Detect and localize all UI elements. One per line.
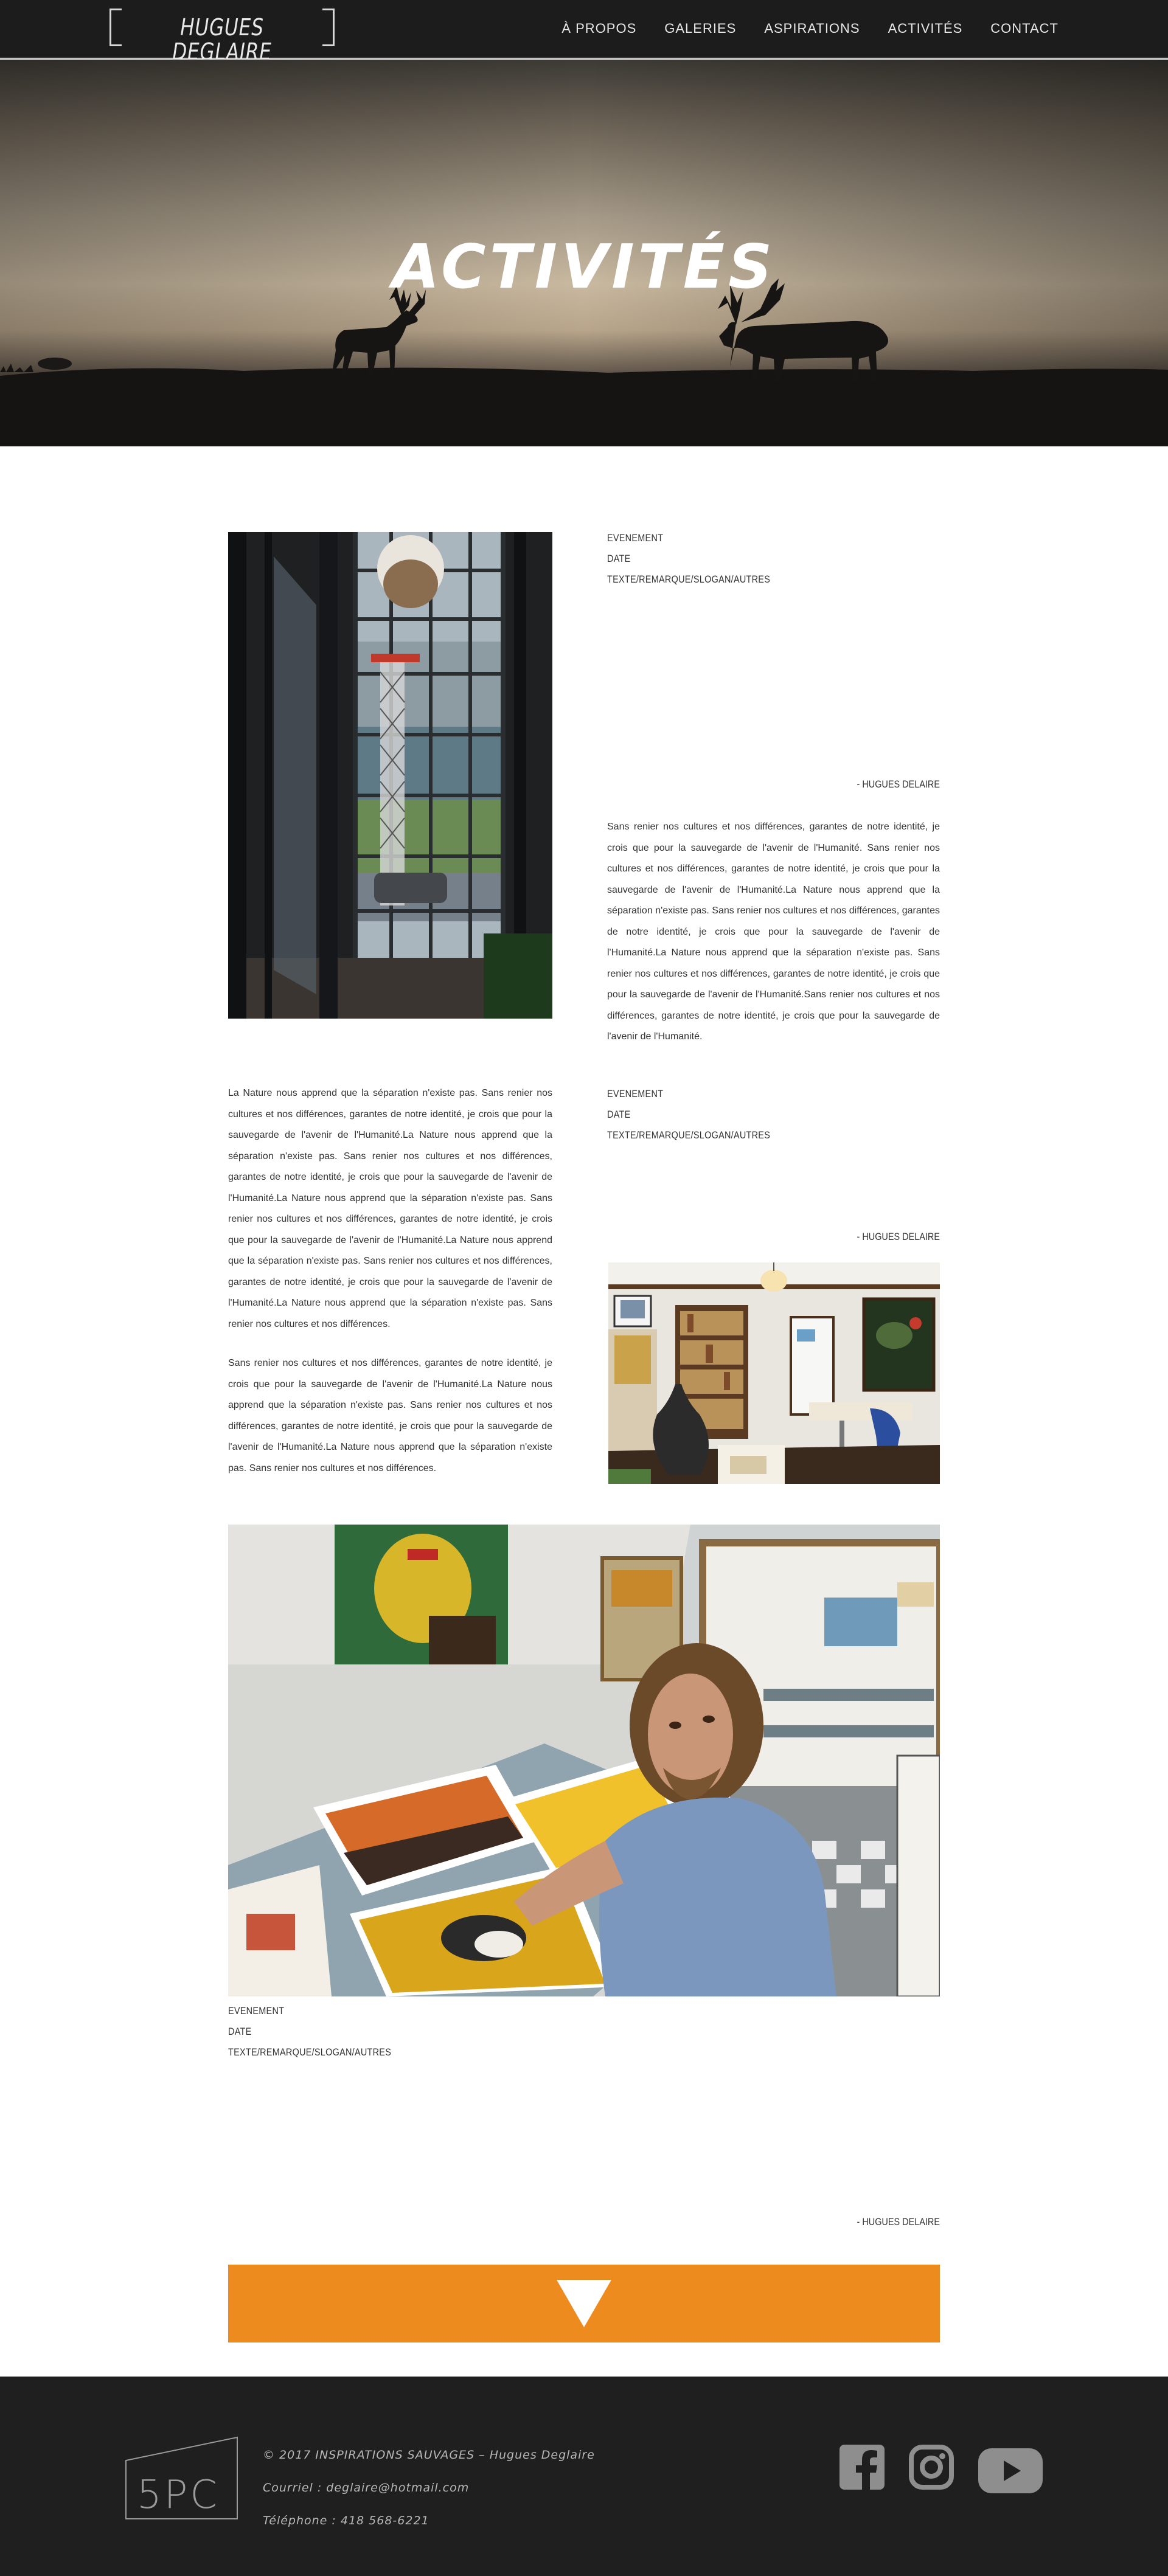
activity-3-signature: - HUGUES DELAIRE	[857, 2216, 940, 2228]
facebook-icon[interactable]	[839, 2445, 885, 2490]
activity-1-date: DATE	[607, 553, 631, 564]
activity-3-event: EVENEMENT	[228, 2005, 285, 2017]
activity-1-photo	[228, 532, 552, 1019]
footer-info: © 2017 INSPIRATIONS SAUVAGES – Hugues De…	[263, 2439, 595, 2537]
activity-1-text: TEXTE/REMARQUE/SLOGAN/AUTRES	[607, 573, 771, 585]
instagram-icon[interactable]	[909, 2445, 954, 2490]
activity-2-event: EVENEMENT	[607, 1088, 664, 1099]
footer-phone: Téléphone : 418 568-6221	[263, 2514, 429, 2527]
activity-3-photo	[228, 1525, 940, 1996]
activity-2-text: TEXTE/REMARQUE/SLOGAN/AUTRES	[607, 1129, 771, 1141]
activity-2-date: DATE	[607, 1109, 631, 1120]
activity-1-details: EVENEMENT DATE TEXTE/REMARQUE/SLOGAN/AUT…	[607, 528, 940, 590]
activity-2-photo	[608, 1262, 940, 1484]
nav-item-a-propos[interactable]: À PROPOS	[561, 21, 636, 36]
nav-item-aspirations[interactable]: ASPIRATIONS	[764, 21, 860, 36]
nav-item-activites[interactable]: ACTIVITÉS	[888, 21, 963, 36]
activity-2-details: EVENEMENT DATE TEXTE/REMARQUE/SLOGAN/AUT…	[607, 1084, 940, 1146]
nav-item-galeries[interactable]: GALERIES	[664, 21, 736, 36]
site-footer: 5PC © 2017 INSPIRATIONS SAUVAGES – Hugue…	[0, 2377, 1168, 2576]
activity-2-paragraph-1: La Nature nous apprend que la séparation…	[228, 1088, 552, 1329]
activity-3-details: EVENEMENT DATE TEXTE/REMARQUE/SLOGAN/AUT…	[228, 2001, 940, 2063]
activity-3-date: DATE	[228, 2026, 252, 2037]
activity-1-signature: - HUGUES DELAIRE	[857, 778, 940, 790]
activity-2-paragraph-2: Sans renier nos cultures et nos différen…	[228, 1358, 552, 1473]
activity-3-text: TEXTE/REMARQUE/SLOGAN/AUTRES	[228, 2046, 392, 2058]
5pc-logo[interactable]: 5PC	[125, 2436, 240, 2520]
site-header: HUGUES DEGLAIRE À PROPOS GALERIES ASPIRA…	[0, 0, 1168, 64]
logo-bracket-left	[109, 9, 122, 46]
footer-logo-text: 5PC	[137, 2473, 220, 2518]
main-nav: À PROPOS GALERIES ASPIRATIONS ACTIVITÉS …	[561, 21, 1058, 36]
logo-bracket-right	[322, 9, 335, 46]
logo-text: HUGUES DEGLAIRE	[172, 14, 272, 65]
hero-banner: ACTIVITÉS	[0, 60, 1168, 446]
nav-item-contact[interactable]: CONTACT	[990, 21, 1058, 36]
activity-2-signature: - HUGUES DELAIRE	[857, 1231, 940, 1242]
youtube-icon[interactable]	[978, 2448, 1043, 2493]
activity-1-event: EVENEMENT	[607, 532, 664, 544]
footer-email[interactable]: Courriel : deglaire@hotmail.com	[263, 2471, 595, 2504]
site-logo[interactable]: HUGUES DEGLAIRE	[109, 9, 335, 64]
triangle-down-icon	[557, 2280, 611, 2327]
footer-copyright: © 2017 INSPIRATIONS SAUVAGES – Hugues De…	[263, 2448, 595, 2462]
activity-1-paragraph: Sans renier nos cultures et nos différen…	[607, 822, 940, 1042]
page-title: ACTIVITÉS	[392, 231, 776, 302]
load-more-button[interactable]	[228, 2265, 940, 2342]
